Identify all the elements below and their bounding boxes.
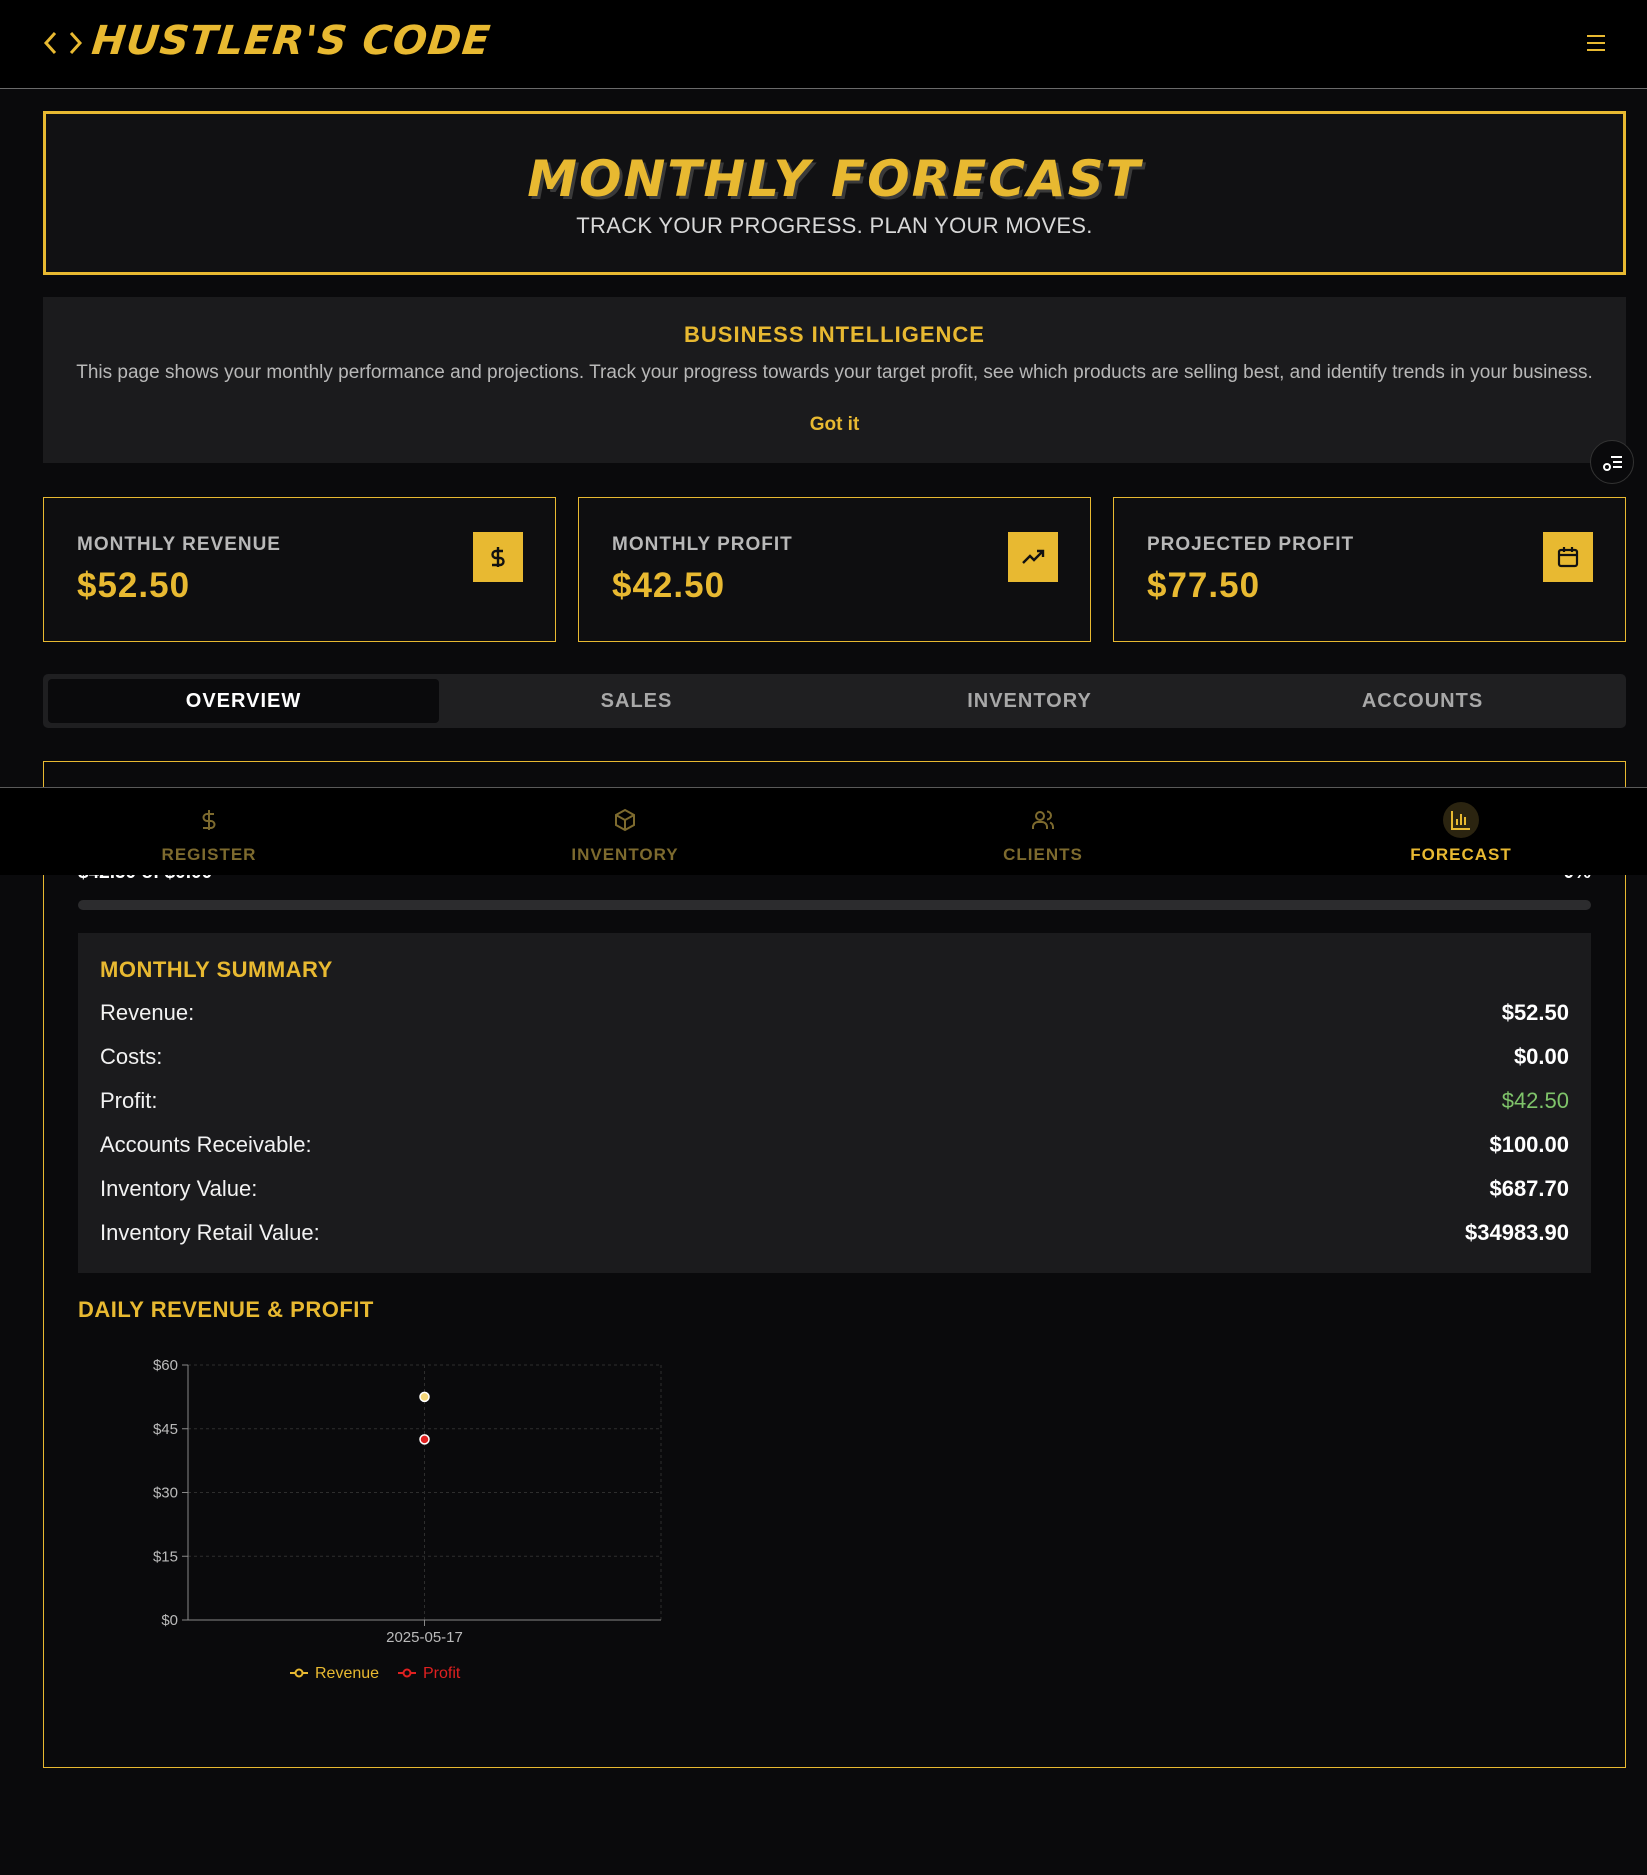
nav-clients[interactable]: CLIENTS	[834, 788, 1252, 876]
trending-up-icon	[1008, 532, 1058, 582]
info-banner: BUSINESS INTELLIGENCE This page shows yo…	[43, 297, 1626, 463]
stat-value: $52.50	[77, 566, 191, 605]
code-brackets-icon	[43, 31, 83, 55]
data-point-revenue	[419, 1391, 430, 1403]
profit-progress-bar	[78, 900, 1591, 910]
stat-value: $42.50	[612, 566, 726, 605]
legend-swatch-marker	[402, 1668, 412, 1678]
x-tick-label: 2025-05-17	[386, 1629, 463, 1646]
data-point-profit	[419, 1434, 430, 1445]
monthly-summary: MONTHLY SUMMARY Revenue: $52.50 Costs: $…	[78, 933, 1591, 1273]
summary-row-inventory-value: Inventory Value: $687.70	[100, 1176, 1569, 1206]
nav-label: REGISTER	[161, 845, 257, 864]
info-text: This page shows your monthly performance…	[76, 362, 1593, 383]
summary-value: $42.50	[1501, 1088, 1569, 1113]
summary-value: $0.00	[1513, 1044, 1569, 1069]
summary-label: Revenue:	[100, 1000, 195, 1025]
got-it-button[interactable]: Got it	[43, 414, 1626, 436]
tab-inventory[interactable]: INVENTORY	[834, 679, 1225, 723]
tab-accounts[interactable]: ACCOUNTS	[1227, 679, 1618, 723]
calendar-icon	[1543, 532, 1593, 582]
nav-inventory[interactable]: INVENTORY	[416, 788, 834, 876]
tab-overview[interactable]: OVERVIEW	[48, 679, 439, 723]
page-subtitle: TRACK YOUR PROGRESS. PLAN YOUR MOVES.	[576, 213, 1093, 238]
dollar-icon	[191, 802, 227, 838]
summary-row-accounts-receivable: Accounts Receivable: $100.00	[100, 1132, 1569, 1162]
y-tick-label: $45	[153, 1421, 178, 1438]
summary-row-inventory-retail-value: Inventory Retail Value: $34983.90	[100, 1220, 1569, 1250]
stat-label: PROJECTED PROFIT	[1147, 534, 1355, 555]
y-tick-label: $0	[161, 1612, 178, 1629]
stat-card-projected-profit: PROJECTED PROFIT $77.50	[1113, 497, 1626, 642]
summary-row-costs: Costs: $0.00	[100, 1044, 1569, 1074]
summary-row-profit: Profit: $42.50	[100, 1088, 1569, 1118]
summary-label: Inventory Retail Value:	[100, 1220, 320, 1245]
box-icon	[607, 802, 643, 838]
filter-settings-button[interactable]	[1590, 440, 1634, 484]
app-title[interactable]: HUSTLER'S CODE	[90, 18, 493, 64]
hamburger-menu-icon[interactable]	[1584, 32, 1608, 54]
bar-chart-icon	[1443, 802, 1479, 838]
nav-label: CLIENTS	[1003, 845, 1083, 864]
bottom-nav: REGISTER INVENTORY CLIENTS FORECAST	[0, 787, 1647, 875]
dollar-icon	[473, 532, 523, 582]
summary-value: $100.00	[1489, 1132, 1569, 1157]
legend-label: Profit	[423, 1665, 461, 1682]
summary-label: Profit:	[100, 1088, 158, 1113]
tab-sales[interactable]: SALES	[441, 679, 832, 723]
info-title: BUSINESS INTELLIGENCE	[684, 322, 985, 347]
summary-value: $687.70	[1489, 1176, 1569, 1201]
page-title: MONTHLY FORECAST	[527, 150, 1142, 208]
nav-forecast[interactable]: FORECAST	[1252, 788, 1647, 876]
y-tick-label: $30	[153, 1485, 178, 1502]
nav-register[interactable]: REGISTER	[0, 788, 418, 876]
stat-card-monthly-profit: MONTHLY PROFIT $42.50	[578, 497, 1091, 642]
top-bar: HUSTLER'S CODE	[0, 0, 1647, 89]
summary-value: $34983.90	[1465, 1220, 1569, 1245]
summary-row-revenue: Revenue: $52.50	[100, 1000, 1569, 1030]
users-icon	[1025, 802, 1061, 838]
hero-banner: MONTHLY FORECAST TRACK YOUR PROGRESS. PL…	[43, 111, 1626, 275]
stat-value: $77.50	[1147, 566, 1261, 605]
tab-bar: OVERVIEW SALES INVENTORY ACCOUNTS	[43, 674, 1626, 728]
summary-value: $52.50	[1501, 1000, 1569, 1025]
daily-revenue-profit-chart: $0 $15 $30 $45 $60 2025-05-17 Revenue Profit	[153, 1357, 662, 1682]
legend-label: Revenue	[315, 1665, 379, 1682]
legend-swatch-marker	[294, 1668, 304, 1678]
y-tick-label: $60	[153, 1357, 178, 1374]
summary-label: Accounts Receivable:	[100, 1132, 312, 1157]
nav-label: FORECAST	[1410, 845, 1512, 864]
settings-list-icon	[1603, 456, 1622, 471]
chart-title: DAILY REVENUE & PROFIT	[78, 1297, 374, 1322]
stat-label: MONTHLY REVENUE	[77, 534, 281, 555]
summary-label: Inventory Value:	[100, 1176, 258, 1201]
nav-label: INVENTORY	[571, 845, 679, 864]
summary-label: Costs:	[100, 1044, 163, 1069]
y-tick-label: $15	[153, 1548, 178, 1565]
stat-label: MONTHLY PROFIT	[612, 534, 793, 555]
summary-title: MONTHLY SUMMARY	[100, 957, 333, 982]
stat-card-monthly-revenue: MONTHLY REVENUE $52.50	[43, 497, 556, 642]
